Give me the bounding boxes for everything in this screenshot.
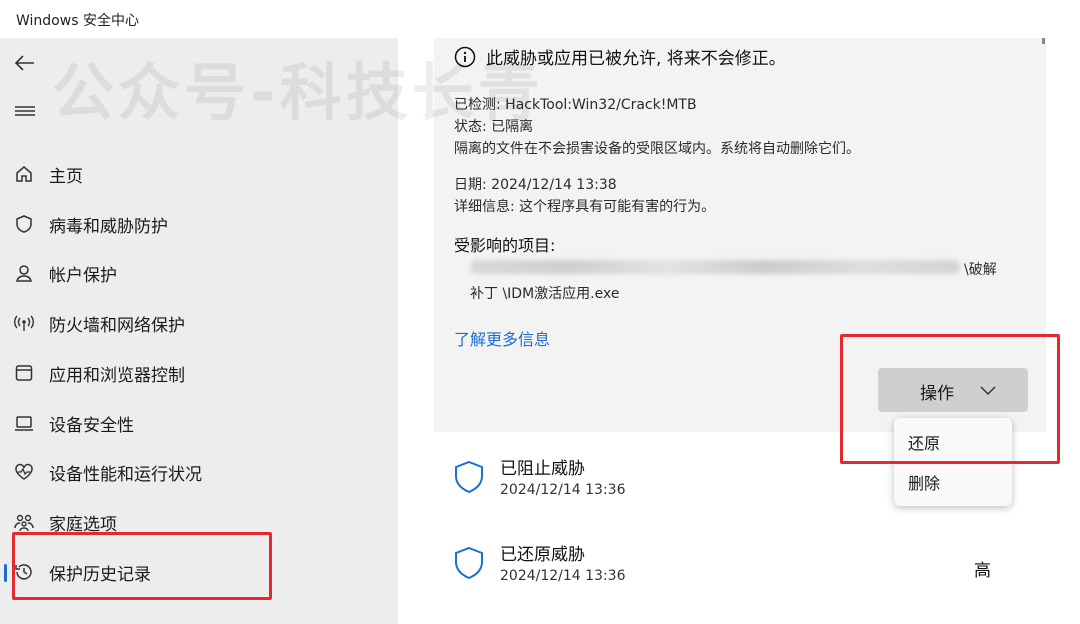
title-bar: Windows 安全中心 [0, 0, 1080, 38]
window-icon [13, 362, 35, 384]
antenna-icon [13, 312, 35, 334]
laptop-icon [13, 412, 35, 434]
sidebar-item-app-browser-control[interactable]: 应用和浏览器控制 [0, 351, 398, 395]
sidebar-item-family-options[interactable]: 家庭选项 [0, 500, 398, 544]
chevron-down-icon [980, 386, 996, 396]
sidebar-item-label: 设备安全性 [49, 415, 134, 436]
shield-icon [13, 213, 35, 235]
info-banner: 此威胁或应用已被允许, 将来不会修正。 [454, 44, 786, 69]
sidebar-item-protection-history[interactable]: 保护历史记录 [0, 550, 398, 594]
sidebar-item-virus-protection[interactable]: 病毒和威胁防护 [0, 202, 398, 246]
back-button[interactable] [12, 50, 38, 76]
home-icon [13, 163, 35, 185]
threat-date: 2024/12/14 13:36 [500, 568, 626, 584]
info-message: 此威胁或应用已被允许, 将来不会修正。 [486, 49, 786, 69]
actions-dropdown-button[interactable]: 操作 [878, 368, 1028, 412]
date-line: 日期: 2024/12/14 13:38 [454, 177, 617, 193]
file-path-line: 补丁 \IDM激活应用.exe [470, 286, 620, 302]
quarantine-note: 隔离的文件在不会损害设备的受限区域内。系统将自动删除它们。 [454, 141, 860, 157]
status-line: 状态: 已隔离 [454, 119, 534, 135]
sidebar-item-device-security[interactable]: 设备安全性 [0, 401, 398, 445]
shield-icon [455, 546, 483, 580]
info-icon [454, 46, 476, 67]
sidebar-item-home[interactable]: 主页 [0, 152, 398, 196]
threat-date: 2024/12/14 13:36 [500, 482, 626, 498]
sidebar-item-label: 设备性能和运行状况 [49, 464, 202, 485]
threat-name: 已阻止威胁 [500, 459, 585, 479]
details-line: 详细信息: 这个程序具有可能有害的行为。 [454, 199, 716, 215]
person-icon [13, 262, 35, 284]
heart-pulse-icon [13, 461, 35, 483]
threat-name: 已还原威胁 [500, 545, 585, 565]
sidebar: 主页 病毒和威胁防护 帐户保护 防火墙和网络保护 应用和浏览器控制 设备安全性 [0, 38, 398, 624]
affected-items-title: 受影响的项目: [454, 236, 556, 255]
main-content: 此威胁或应用已被允许, 将来不会修正。 已检测: HackTool:Win32/… [398, 38, 1080, 624]
sidebar-item-label: 应用和浏览器控制 [49, 365, 185, 386]
sidebar-item-label: 主页 [49, 166, 83, 187]
sidebar-item-label: 帐户保护 [49, 265, 117, 286]
actions-label: 操作 [920, 384, 954, 404]
threat-severity: 高 [974, 561, 991, 581]
shield-icon [455, 460, 483, 494]
file-path-tail: \破解 [964, 262, 997, 278]
menu-button[interactable] [12, 98, 38, 124]
sidebar-item-label: 防火墙和网络保护 [49, 315, 185, 336]
back-arrow-icon [14, 55, 34, 71]
threat-list-item[interactable]: 已阻止威胁 2024/12/14 13:36 [452, 454, 1052, 514]
threat-list-item[interactable]: 已还原威胁 2024/12/14 13:36 高 [452, 540, 1052, 600]
scrollbar-thumb[interactable] [1042, 38, 1045, 44]
menu-item-restore[interactable]: 还原 [908, 430, 940, 454]
sidebar-item-device-health[interactable]: 设备性能和运行状况 [0, 450, 398, 494]
learn-more-link[interactable]: 了解更多信息 [454, 326, 550, 350]
window-title: Windows 安全中心 [16, 13, 139, 29]
detected-line: 已检测: HackTool:Win32/Crack!MTB [454, 97, 697, 113]
sidebar-item-firewall[interactable]: 防火墙和网络保护 [0, 301, 398, 345]
hamburger-icon [15, 106, 35, 116]
history-icon [13, 561, 35, 583]
sidebar-item-label: 保护历史记录 [49, 564, 151, 585]
sidebar-item-account-protection[interactable]: 帐户保护 [0, 251, 398, 295]
redacted-path [470, 260, 960, 274]
sidebar-item-label: 家庭选项 [49, 514, 117, 535]
threat-detail-card: 此威胁或应用已被允许, 将来不会修正。 已检测: HackTool:Win32/… [434, 38, 1046, 432]
sidebar-item-label: 病毒和威胁防护 [49, 216, 168, 237]
family-icon [13, 511, 35, 533]
